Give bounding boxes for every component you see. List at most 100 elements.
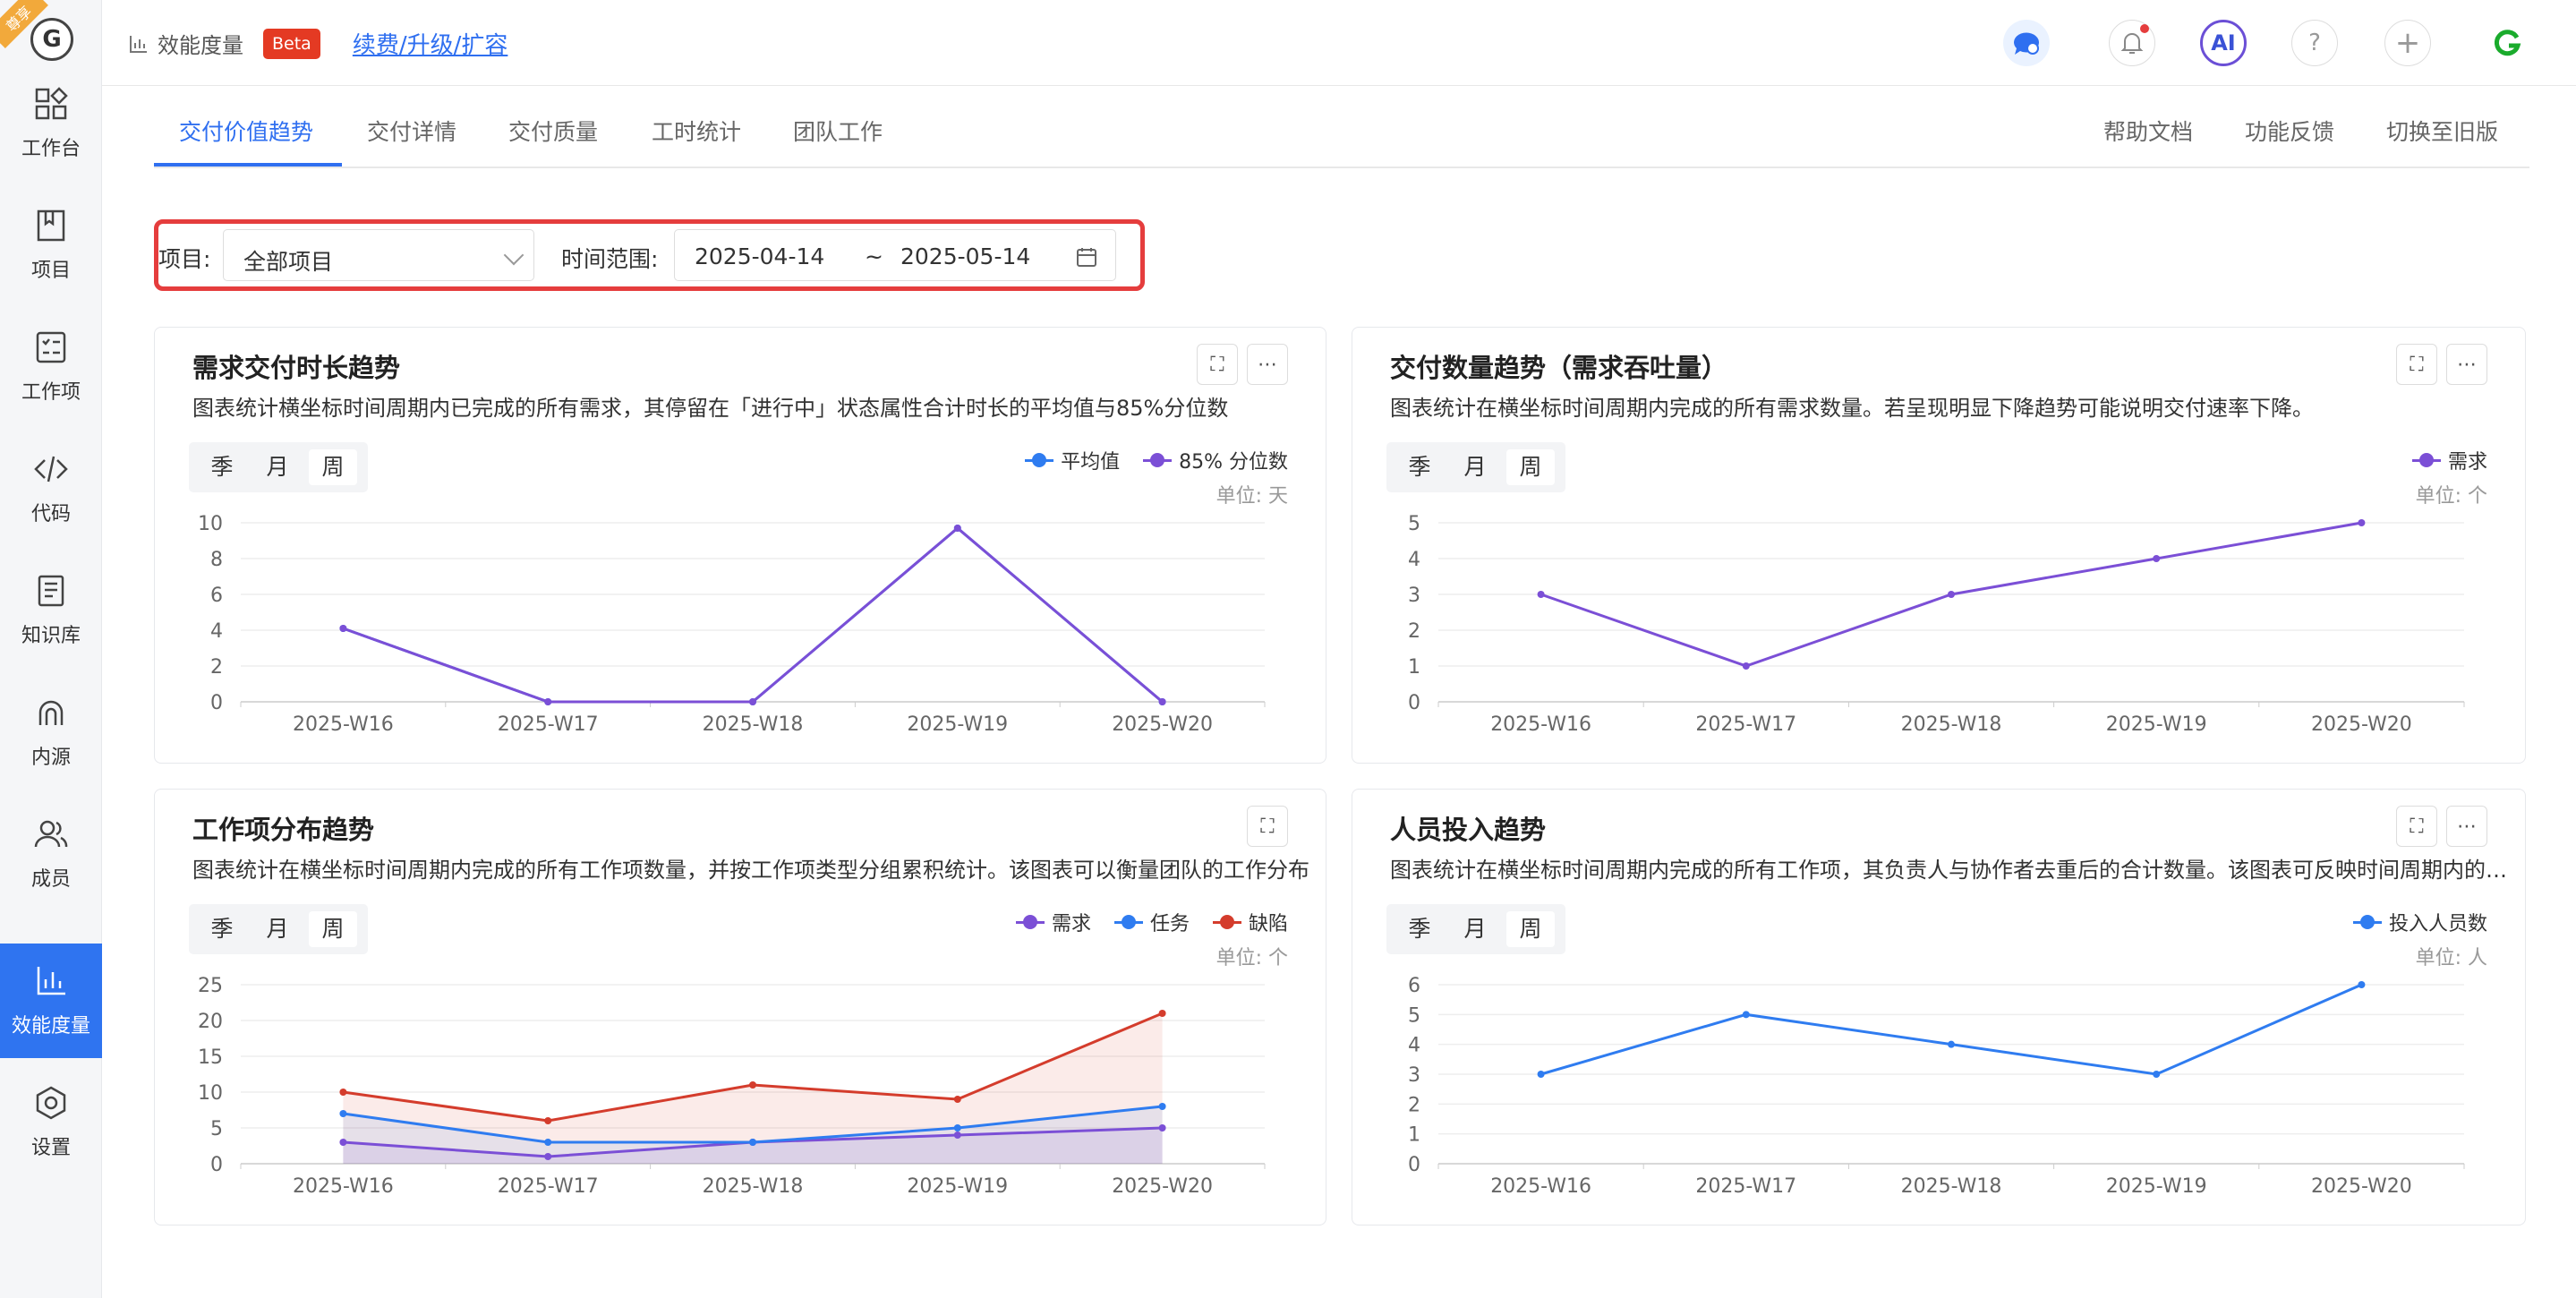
period-quarter[interactable]: 季 [1395, 449, 1444, 485]
x-tick-label: 2025-W20 [1112, 713, 1213, 736]
date-range-picker[interactable]: 2025-04-14 ~ 2025-05-14 [674, 229, 1116, 281]
sidebar-item-project[interactable]: 项目 [0, 188, 102, 303]
switch-old-version-link[interactable]: 切换至旧版 [2386, 115, 2498, 147]
legend-item[interactable]: 投入人员数 [2352, 908, 2487, 936]
more-button[interactable]: ⋯ [1247, 344, 1288, 385]
more-button[interactable]: ⋯ [2446, 344, 2487, 385]
data-point [339, 1110, 347, 1117]
sidebar-item-code[interactable]: 代码 [0, 431, 102, 546]
legend-label: 需求 [2447, 451, 2487, 474]
period-month[interactable]: 月 [253, 911, 302, 947]
y-tick-label: 25 [198, 975, 223, 997]
data-point [2358, 981, 2366, 988]
period-month[interactable]: 月 [253, 449, 302, 485]
period-week[interactable]: 周 [1506, 449, 1555, 485]
app-logo[interactable]: G [30, 18, 73, 61]
card-description: 图表统计在横坐标时间周期内完成的所有需求数量。若呈现明显下降趋势可能说明交付速率… [1390, 396, 2314, 421]
expand-icon: ⛶ [1260, 815, 1275, 838]
legend-label: 85% 分位数 [1179, 451, 1288, 474]
fullscreen-button[interactable]: ⛶ [1247, 806, 1288, 847]
document-icon [38, 575, 64, 607]
dashboard-icon [35, 87, 68, 120]
y-tick-label: 4 [1408, 549, 1420, 571]
notification-button[interactable] [2109, 20, 2155, 66]
sidebar-item-metrics[interactable]: 效能度量 [0, 944, 102, 1058]
bar-chart-icon [37, 967, 65, 995]
period-month[interactable]: 月 [1451, 911, 1499, 947]
sidebar-item-label: 代码 [30, 503, 71, 525]
data-point [749, 1081, 756, 1089]
calendar-icon [1077, 248, 1096, 267]
data-point [953, 1096, 961, 1103]
sidebar-item-members[interactable]: 成员 [0, 797, 102, 911]
period-quarter[interactable]: 季 [198, 911, 246, 947]
chart-plot: 10 8 6 4 2 0 2025-W16 2025-W17 2025-W18 2025-W19 2… [198, 513, 1266, 736]
period-quarter[interactable]: 季 [198, 449, 246, 485]
x-tick-label: 2025-W18 [703, 1175, 804, 1198]
x-tick-label: 2025-W19 [2106, 713, 2207, 736]
user-avatar[interactable] [2485, 20, 2531, 66]
period-month[interactable]: 月 [1451, 449, 1499, 485]
fullscreen-button[interactable]: ⛶ [2396, 806, 2437, 847]
tab-delivery-trend[interactable]: 交付价值趋势 [179, 115, 313, 147]
legend-item[interactable]: 需求 [2411, 446, 2487, 474]
ai-assistant-button[interactable]: AI [2200, 20, 2247, 66]
fullscreen-button[interactable]: ⛶ [2396, 344, 2437, 385]
sidebar-item-workbench[interactable]: 工作台 [0, 66, 102, 181]
legend-item[interactable]: 需求 [1015, 908, 1091, 936]
sidebar-item-inner-source[interactable]: 内源 [0, 675, 102, 790]
upgrade-link[interactable]: 续费/升级/扩容 [353, 27, 508, 60]
sidebar-item-label: 工作项 [21, 381, 81, 404]
fullscreen-button[interactable]: ⛶ [1197, 344, 1238, 385]
data-point [953, 1131, 961, 1139]
start-date[interactable]: 2025-04-14 [695, 243, 824, 269]
chat-button[interactable] [2003, 20, 2050, 66]
data-point [339, 625, 347, 632]
tab-delivery-detail[interactable]: 交付详情 [367, 115, 456, 147]
legend-label: 投入人员数 [2388, 913, 2487, 935]
tab-team-work[interactable]: 团队工作 [793, 115, 883, 147]
x-tick-label: 2025-W17 [498, 713, 599, 736]
sidebar-item-knowledge[interactable]: 知识库 [0, 553, 102, 668]
more-icon: ⋯ [2457, 353, 2477, 376]
y-tick-label: 10 [198, 513, 223, 535]
period-week[interactable]: 周 [1506, 911, 1555, 947]
legend-marker [2411, 452, 2441, 467]
y-tick-label: 3 [1408, 585, 1420, 607]
tab-worktime[interactable]: 工时统计 [652, 115, 741, 147]
sidebar-item-workitem[interactable]: 工作项 [0, 310, 102, 424]
data-point [749, 1139, 756, 1146]
y-tick-label: 1 [1408, 656, 1420, 679]
more-button[interactable]: ⋯ [2446, 806, 2487, 847]
y-tick-label: 5 [1408, 1004, 1420, 1027]
data-point [544, 698, 552, 705]
legend-item[interactable]: 任务 [1113, 908, 1190, 936]
card-title: 工作项分布趋势 [192, 815, 375, 845]
chart-plot: 25 20 15 10 5 0 2025-W16 2025-W17 2025-W18 2025-W… [198, 975, 1266, 1198]
help-doc-link[interactable]: 帮助文档 [2103, 115, 2193, 147]
legend-label: 任务 [1149, 913, 1190, 935]
y-tick-label: 1 [1408, 1124, 1420, 1147]
feedback-link[interactable]: 功能反馈 [2245, 115, 2334, 147]
x-tick-label: 2025-W16 [293, 1175, 394, 1198]
legend-item[interactable]: 平均值 [1025, 446, 1120, 474]
add-button[interactable]: + [2384, 20, 2431, 66]
tab-delivery-quality[interactable]: 交付质量 [508, 115, 598, 147]
legend-item[interactable]: 85% 分位数 [1143, 446, 1288, 474]
sidebar-item-settings[interactable]: 设置 [0, 1065, 102, 1180]
period-quarter[interactable]: 季 [1395, 911, 1444, 947]
period-week[interactable]: 周 [309, 911, 357, 947]
y-tick-label: 0 [210, 1154, 223, 1176]
data-point [1158, 1103, 1166, 1110]
users-icon [34, 820, 68, 848]
help-button[interactable]: ? [2291, 20, 2338, 66]
end-date[interactable]: 2025-05-14 [900, 243, 1030, 269]
data-point [2358, 519, 2366, 526]
legend-marker [1015, 914, 1045, 929]
period-week[interactable]: 周 [309, 449, 357, 485]
project-select[interactable]: 全部项目 [223, 229, 534, 281]
y-tick-label: 8 [210, 549, 223, 571]
card-title: 交付数量趋势（需求吞吐量） [1390, 353, 1728, 383]
legend-item[interactable]: 缺陷 [1212, 908, 1288, 936]
data-point [1742, 1011, 1750, 1019]
